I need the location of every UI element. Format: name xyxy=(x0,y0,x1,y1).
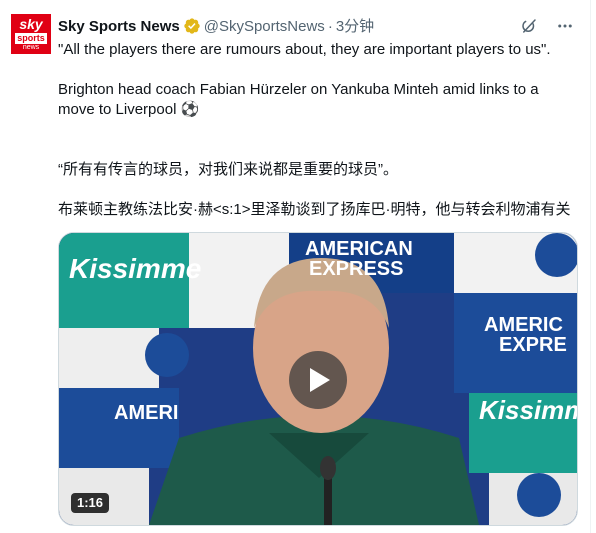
board-text-3: EXPRESS xyxy=(309,258,403,280)
tweet-text-translation-1: “所有有传言的球员，对我们来说都是重要的球员”。 xyxy=(58,161,398,178)
avatar-sports-text: sports xyxy=(15,33,47,44)
more-icon[interactable] xyxy=(556,17,574,40)
board-text-5: EXPRE xyxy=(499,334,567,356)
board-text-2: AMERICAN xyxy=(305,238,413,260)
avatar-sky-text: sky xyxy=(19,16,43,32)
avatar[interactable]: sky sports news xyxy=(11,14,51,54)
board-text-6: AMERI xyxy=(114,402,178,424)
video-duration: 1:16 xyxy=(71,493,110,513)
board-text-1: Kissimme xyxy=(69,253,201,284)
tweet-text-context-line: Brighton head coach Fabian Hürzeler on Y… xyxy=(58,81,539,118)
tweet-text-quote: "All the players there are rumours about… xyxy=(58,41,551,58)
board-text-4: AMERIC xyxy=(484,314,563,336)
tweet-header: Sky Sports News @SkySportsNews · 3分钟 xyxy=(58,17,374,41)
tweet-text-translation-2: 布莱顿主教练法比安·赫<s:1>里泽勒谈到了扬库巴·明特，他与转会利物浦有关 xyxy=(58,201,571,218)
tweet-time[interactable]: 3分钟 xyxy=(336,18,374,35)
verified-icon[interactable] xyxy=(183,17,201,41)
play-icon xyxy=(310,368,330,392)
avatar-news-text: news xyxy=(22,44,40,51)
video-player[interactable]: Kissimme AMERICAN EXPRESS AMERIC EXPRE A… xyxy=(58,232,578,526)
time-separator: · xyxy=(327,18,333,35)
tweet-text-context: Brighton head coach Fabian Hürzeler on Y… xyxy=(58,80,578,120)
top-actions xyxy=(520,17,574,40)
tweet[interactable]: sky sports news Sky Sports News @SkySport… xyxy=(0,0,591,533)
play-button[interactable] xyxy=(289,351,347,409)
board-text-7: Kissimm xyxy=(479,395,577,425)
author-name[interactable]: Sky Sports News xyxy=(58,18,180,35)
grok-icon[interactable] xyxy=(520,17,538,40)
author-handle[interactable]: @SkySportsNews xyxy=(204,18,325,35)
